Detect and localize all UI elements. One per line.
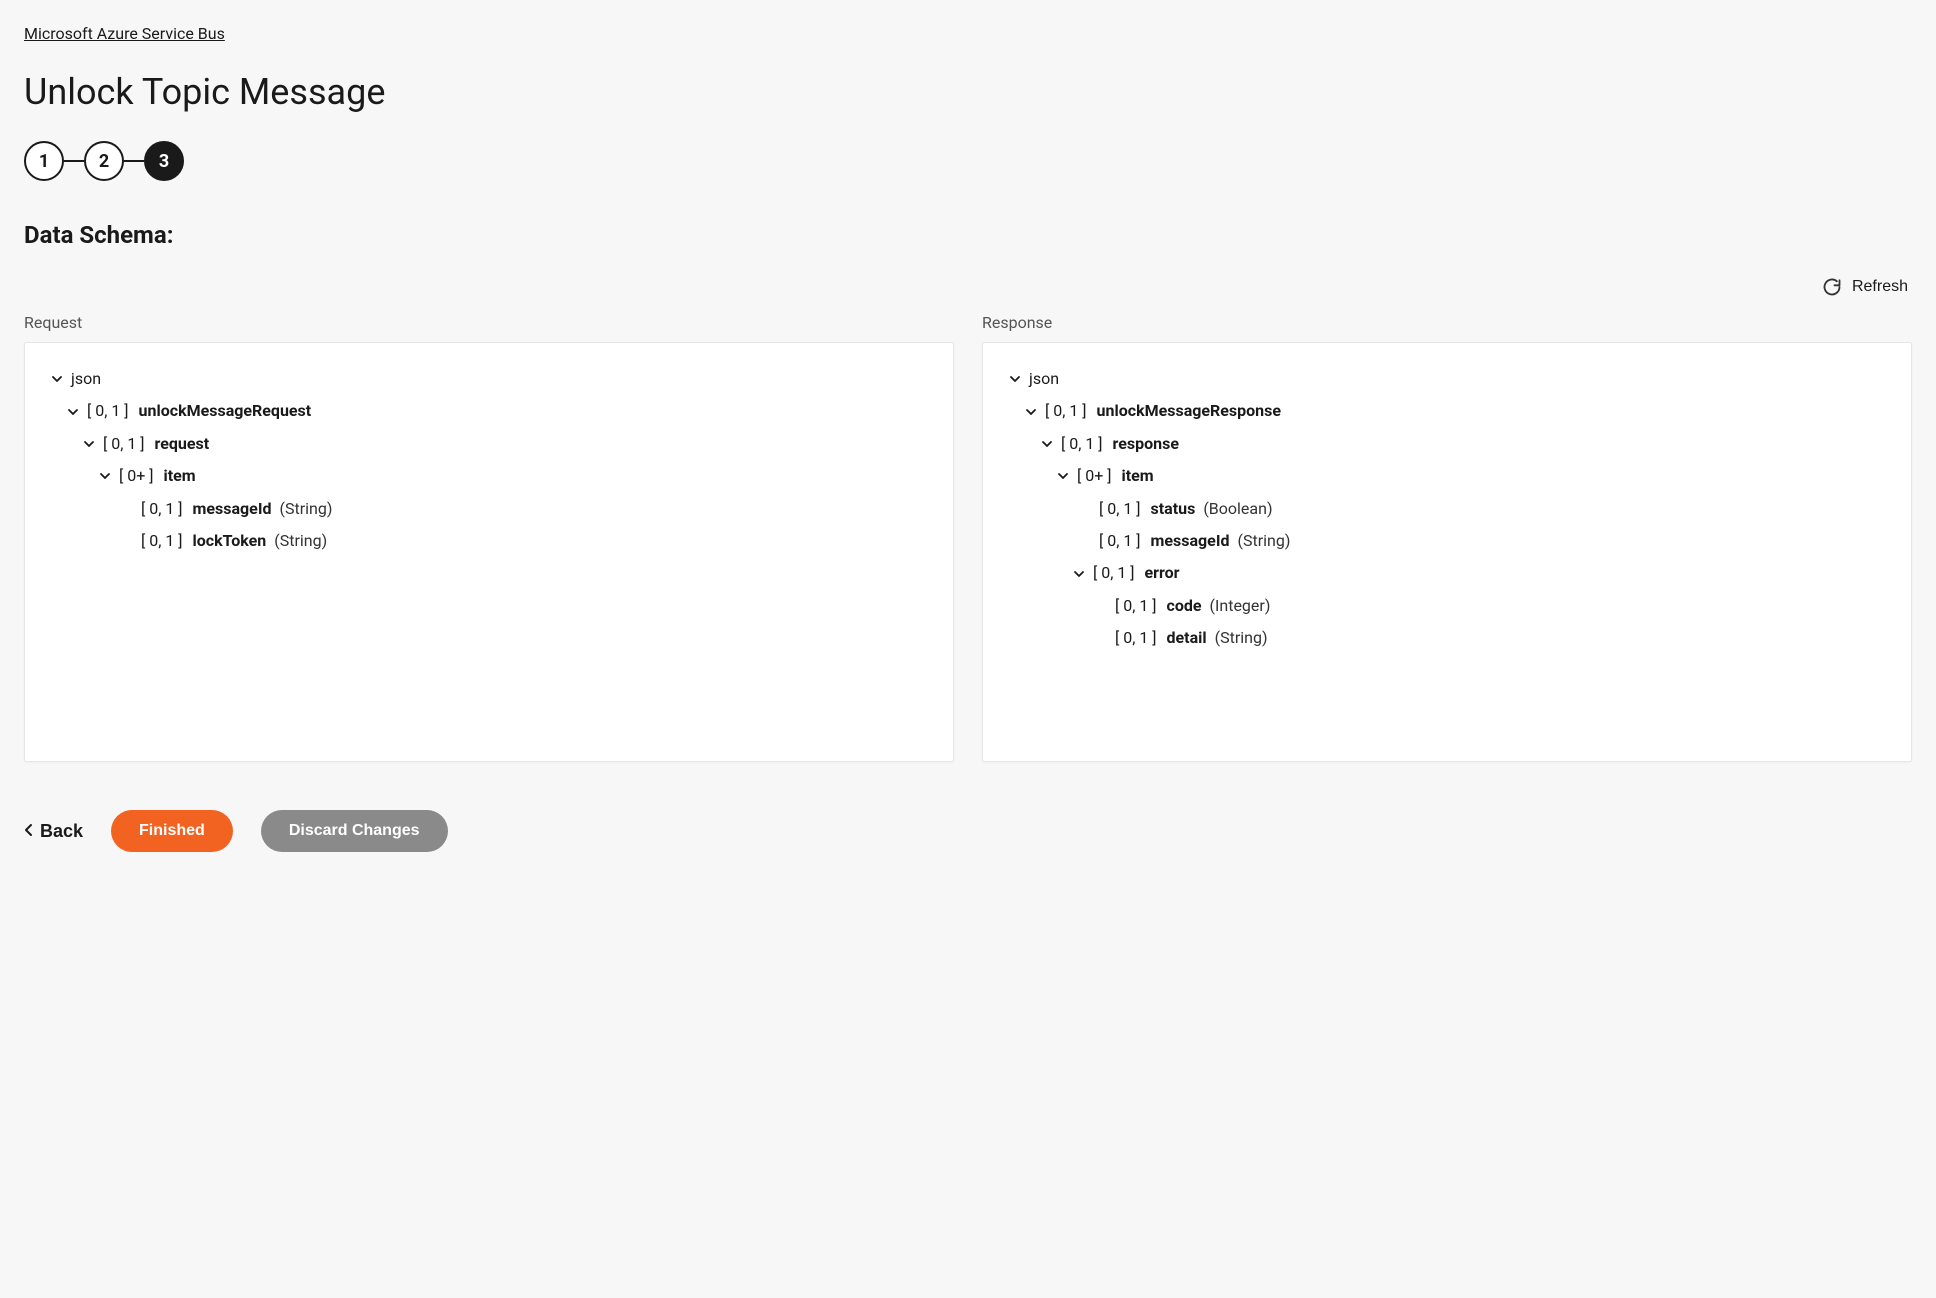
chevron-down-icon[interactable] [1007, 371, 1023, 387]
tree-node-label: json [1029, 368, 1059, 390]
step-connector [124, 160, 144, 162]
back-button[interactable]: Back [24, 821, 83, 842]
tree-node-type: (String) [1238, 530, 1291, 552]
request-tree-row[interactable]: [ 0, 1 ] lockToken (String) [49, 525, 929, 557]
chevron-down-icon[interactable] [1055, 468, 1071, 484]
tree-node-name: item [164, 465, 196, 487]
request-column-label: Request [24, 313, 954, 332]
tree-node-name: unlockMessageResponse [1097, 400, 1281, 422]
tree-node-type: (Integer) [1210, 595, 1271, 617]
response-tree-row[interactable]: json [1007, 363, 1887, 395]
tree-node-cardinality: [ 0, 1 ] [141, 498, 183, 520]
tree-node-cardinality: [ 0, 1 ] [87, 400, 129, 422]
chevron-down-icon[interactable] [65, 404, 81, 420]
response-tree-row[interactable]: [ 0, 1 ] code (Integer) [1007, 590, 1887, 622]
tree-node-cardinality: [ 0, 1 ] [1061, 433, 1103, 455]
tree-node-type: (Boolean) [1203, 498, 1272, 520]
chevron-left-icon [24, 821, 34, 842]
refresh-label: Refresh [1852, 278, 1908, 296]
chevron-down-icon[interactable] [1039, 436, 1055, 452]
chevron-down-icon[interactable] [81, 436, 97, 452]
request-tree-row[interactable]: [ 0, 1 ] unlockMessageRequest [49, 395, 929, 427]
breadcrumb[interactable]: Microsoft Azure Service Bus [24, 24, 225, 43]
tree-node-name: lockToken [193, 530, 267, 552]
tree-node-name: response [1113, 433, 1179, 455]
tree-node-name: status [1151, 498, 1196, 520]
tree-node-cardinality: [ 0, 1 ] [1045, 400, 1087, 422]
tree-node-cardinality: [ 0, 1 ] [1115, 627, 1157, 649]
request-tree-row[interactable]: [ 0, 1 ] messageId (String) [49, 493, 929, 525]
tree-node-cardinality: [ 0+ ] [119, 465, 154, 487]
tree-node-cardinality: [ 0, 1 ] [141, 530, 183, 552]
chevron-down-icon[interactable] [49, 371, 65, 387]
finished-button[interactable]: Finished [111, 810, 233, 852]
response-tree-row[interactable]: [ 0, 1 ] status (Boolean) [1007, 493, 1887, 525]
response-tree-row[interactable]: [ 0, 1 ] messageId (String) [1007, 525, 1887, 557]
request-tree-row[interactable]: json [49, 363, 929, 395]
tree-node-cardinality: [ 0, 1 ] [1099, 498, 1141, 520]
refresh-icon [1822, 277, 1842, 297]
tree-node-name: messageId [1151, 530, 1230, 552]
response-panel: json[ 0, 1 ] unlockMessageResponse[ 0, 1… [982, 342, 1912, 762]
tree-node-cardinality: [ 0, 1 ] [1099, 530, 1141, 552]
response-tree-row[interactable]: [ 0+ ] item [1007, 460, 1887, 492]
tree-node-name: error [1145, 562, 1180, 584]
section-heading: Data Schema: [24, 221, 1912, 249]
chevron-down-icon[interactable] [1071, 566, 1087, 582]
tree-node-name: unlockMessageRequest [139, 400, 312, 422]
tree-node-type: (String) [274, 530, 327, 552]
back-label: Back [40, 821, 83, 842]
tree-node-cardinality: [ 0, 1 ] [1093, 562, 1135, 584]
response-tree-row[interactable]: [ 0, 1 ] error [1007, 557, 1887, 589]
tree-node-type: (String) [280, 498, 333, 520]
tree-node-type: (String) [1215, 627, 1268, 649]
refresh-button[interactable]: Refresh [1822, 273, 1908, 301]
tree-node-cardinality: [ 0, 1 ] [103, 433, 145, 455]
tree-node-cardinality: [ 0+ ] [1077, 465, 1112, 487]
step-3[interactable]: 3 [144, 141, 184, 181]
tree-node-name: item [1122, 465, 1154, 487]
stepper: 123 [24, 141, 1912, 181]
request-tree-row[interactable]: [ 0+ ] item [49, 460, 929, 492]
step-2[interactable]: 2 [84, 141, 124, 181]
step-connector [64, 160, 84, 162]
tree-node-name: request [155, 433, 210, 455]
step-1[interactable]: 1 [24, 141, 64, 181]
chevron-down-icon[interactable] [1023, 404, 1039, 420]
tree-node-name: code [1167, 595, 1202, 617]
discard-changes-button[interactable]: Discard Changes [261, 810, 448, 852]
response-tree-row[interactable]: [ 0, 1 ] unlockMessageResponse [1007, 395, 1887, 427]
request-panel: json[ 0, 1 ] unlockMessageRequest[ 0, 1 … [24, 342, 954, 762]
response-tree-row[interactable]: [ 0, 1 ] response [1007, 428, 1887, 460]
request-tree-row[interactable]: [ 0, 1 ] request [49, 428, 929, 460]
response-tree-row[interactable]: [ 0, 1 ] detail (String) [1007, 622, 1887, 654]
response-column-label: Response [982, 313, 1912, 332]
tree-node-cardinality: [ 0, 1 ] [1115, 595, 1157, 617]
chevron-down-icon[interactable] [97, 468, 113, 484]
tree-node-label: json [71, 368, 101, 390]
tree-node-name: detail [1167, 627, 1207, 649]
tree-node-name: messageId [193, 498, 272, 520]
page-title: Unlock Topic Message [24, 71, 1912, 113]
